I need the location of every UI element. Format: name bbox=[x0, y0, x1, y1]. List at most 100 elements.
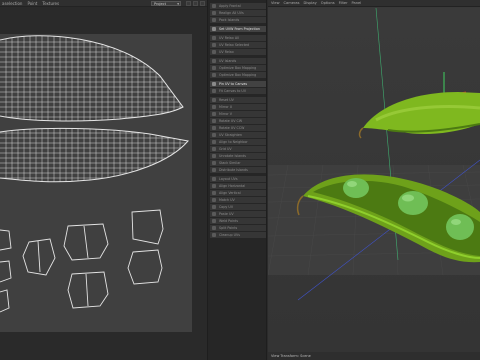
command-button[interactable]: Rotate UV CCW bbox=[210, 125, 266, 131]
command-button[interactable]: Mirror V bbox=[210, 111, 266, 117]
command-label: Reset UV bbox=[219, 98, 234, 102]
command-button[interactable]: Match UV bbox=[210, 197, 266, 203]
command-label: Fit Canvas to UV bbox=[219, 89, 247, 93]
command-icon bbox=[212, 59, 216, 63]
command-label: Layout UVs bbox=[219, 177, 238, 181]
command-icon bbox=[212, 154, 216, 158]
command-label: Match UV bbox=[219, 198, 235, 202]
command-icon bbox=[212, 27, 216, 31]
command-label: UV Relax bbox=[219, 50, 234, 54]
command-icon bbox=[212, 168, 216, 172]
command-button[interactable]: UV Relax bbox=[210, 49, 266, 55]
menu-item-point[interactable]: Point bbox=[27, 1, 37, 6]
command-label: Copy UV bbox=[219, 205, 234, 209]
viewport-scene bbox=[268, 7, 480, 352]
uv-canvas[interactable] bbox=[0, 34, 192, 332]
command-label: Split Points bbox=[219, 226, 238, 230]
command-button[interactable]: Stack Similar bbox=[210, 160, 266, 166]
command-icon bbox=[212, 126, 216, 130]
command-label: Rotate UV CW bbox=[219, 119, 243, 123]
command-button[interactable]: Copy UV bbox=[210, 204, 266, 210]
command-button[interactable]: Distribute Islands bbox=[210, 167, 266, 173]
command-button[interactable]: Optimize Box Mapping bbox=[210, 72, 266, 78]
menu-item-textures[interactable]: Textures bbox=[42, 1, 59, 6]
command-button[interactable]: UV Islands bbox=[210, 58, 266, 64]
menu-item-selection[interactable]: aselection bbox=[2, 1, 22, 6]
command-label: Align to Neighbor bbox=[219, 140, 248, 144]
command-label: Mirror V bbox=[219, 112, 233, 116]
command-button[interactable]: Optimize Box Mapping bbox=[210, 65, 266, 71]
command-button[interactable]: Pack Islands bbox=[210, 17, 266, 23]
command-button[interactable]: UV Relax All bbox=[210, 35, 266, 41]
grid-icon[interactable] bbox=[200, 1, 205, 6]
bean-2 bbox=[398, 191, 428, 215]
command-label: Mirror U bbox=[219, 105, 233, 109]
command-label: Pin UV to Canvas bbox=[219, 82, 248, 86]
command-button[interactable]: UV Straighten bbox=[210, 132, 266, 138]
command-icon bbox=[212, 89, 216, 93]
command-button[interactable]: Rotate UV CW bbox=[210, 118, 266, 124]
command-icon bbox=[212, 198, 216, 202]
command-button[interactable]: Align to Neighbor bbox=[210, 139, 266, 145]
command-label: Realign All UVs bbox=[219, 11, 244, 15]
bean-3 bbox=[446, 214, 474, 240]
command-icon bbox=[212, 147, 216, 151]
command-label: Paste UV bbox=[219, 212, 234, 216]
command-icon bbox=[212, 205, 216, 209]
command-button[interactable]: Pin UV to Canvas bbox=[210, 81, 266, 87]
command-button[interactable]: Weld Points bbox=[210, 218, 266, 224]
command-label: Weld Points bbox=[219, 219, 239, 223]
command-label: UV Relax Selected bbox=[219, 43, 250, 47]
command-label: Optimize Box Mapping bbox=[219, 66, 257, 70]
command-icon bbox=[212, 233, 216, 237]
command-button[interactable]: Paste UV bbox=[210, 211, 266, 217]
command-icon bbox=[212, 219, 216, 223]
command-label: Align Horizontal bbox=[219, 184, 246, 188]
arrow-right-icon[interactable] bbox=[193, 1, 198, 6]
command-label: Stack Similar bbox=[219, 161, 241, 165]
command-button[interactable]: Apply Frontal bbox=[210, 3, 266, 9]
command-icon bbox=[212, 98, 216, 102]
command-button[interactable]: Fit Canvas to UV bbox=[210, 88, 266, 94]
command-icon bbox=[212, 66, 216, 70]
uv-editor-panel: aselection Point Textures Project bbox=[0, 0, 207, 360]
command-button[interactable]: Realign All UVs bbox=[210, 10, 266, 16]
uv-islands bbox=[0, 35, 189, 313]
command-label: Apply Frontal bbox=[219, 4, 241, 8]
command-button[interactable]: Layout UVs bbox=[210, 176, 266, 182]
command-label: Grid UV bbox=[219, 147, 232, 151]
command-icon bbox=[212, 161, 216, 165]
command-button[interactable]: Cleanup UVs bbox=[210, 232, 266, 238]
command-label: UV Islands bbox=[219, 59, 237, 63]
project-select[interactable]: Project bbox=[151, 1, 181, 7]
command-button[interactable]: Mirror U bbox=[210, 104, 266, 110]
command-label: Distribute Islands bbox=[219, 168, 248, 172]
arrow-left-icon[interactable] bbox=[186, 1, 191, 6]
command-button[interactable]: Grid UV bbox=[210, 146, 266, 152]
command-icon bbox=[212, 191, 216, 195]
command-icon bbox=[212, 184, 216, 188]
command-icon bbox=[212, 105, 216, 109]
viewport-panel[interactable]: View Cameras Display Options Filter Pane… bbox=[268, 0, 480, 360]
uv-command-panel: Apply Frontal Realign All UVs Pack Islands… bbox=[207, 0, 267, 360]
command-label: Align Vertical bbox=[219, 191, 241, 195]
command-label: Optimize Box Mapping bbox=[219, 73, 257, 77]
command-icon bbox=[212, 226, 216, 230]
command-label: Set UVW From Projection bbox=[219, 27, 260, 31]
command-label: Rotate UV CCW bbox=[219, 126, 245, 130]
command-button[interactable]: Reset UV bbox=[210, 97, 266, 103]
command-button[interactable]: UV Relax Selected bbox=[210, 42, 266, 48]
viewport-footer: View Transform: Scene bbox=[268, 352, 480, 360]
command-button[interactable]: Align Vertical bbox=[210, 190, 266, 196]
command-button[interactable]: Align Horizontal bbox=[210, 183, 266, 189]
command-button[interactable]: Split Points bbox=[210, 225, 266, 231]
command-label: UV Relax All bbox=[219, 36, 239, 40]
command-button[interactable]: Unrotate Islands bbox=[210, 153, 266, 159]
command-icon bbox=[212, 4, 216, 8]
command-label: Cleanup UVs bbox=[219, 233, 240, 237]
command-icon bbox=[212, 43, 216, 47]
command-icon bbox=[212, 212, 216, 216]
command-icon bbox=[212, 18, 216, 22]
command-icon bbox=[212, 82, 216, 86]
command-button[interactable]: Set UVW From Projection bbox=[210, 26, 266, 32]
